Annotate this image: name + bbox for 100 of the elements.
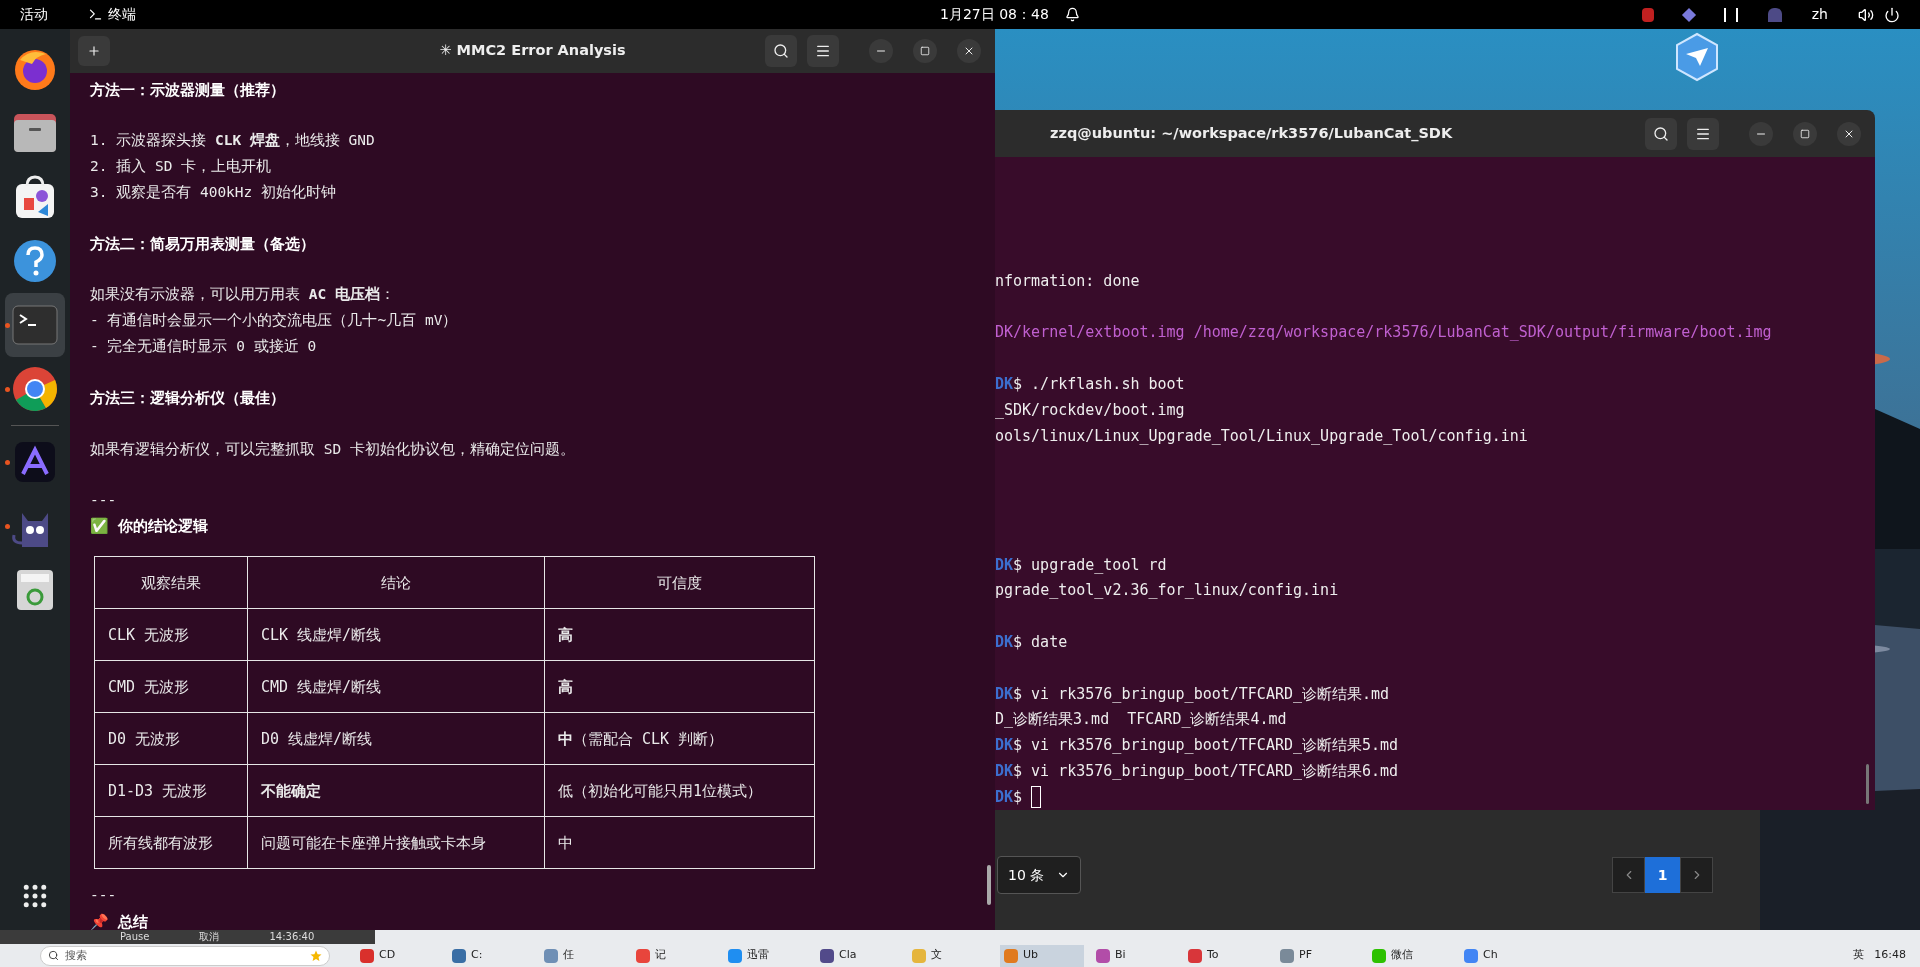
taskbar-button[interactable]: 记 [632, 944, 716, 967]
body-text: - 完全无通信时显示 0 或接近 0 [90, 336, 317, 356]
maximize-button[interactable] [913, 39, 937, 63]
search-button[interactable] [765, 35, 797, 67]
table-cell: 高 [544, 660, 815, 713]
menu-button[interactable] [1687, 117, 1719, 150]
tray-icon[interactable] [1723, 7, 1738, 22]
minimize-button[interactable] [869, 39, 893, 63]
clock-button[interactable]: 1月27日 08：48 [940, 4, 1049, 25]
terminal-output: nformation: done [995, 270, 1140, 292]
prompt-path: DK [995, 683, 1014, 705]
taskbar-button[interactable]: Ch [1460, 944, 1544, 967]
taskbar-button[interactable]: 微信 [1368, 944, 1452, 967]
plus-icon [87, 44, 101, 58]
taskbar-button[interactable]: Cla [816, 944, 900, 967]
table-cell: CMD 线虚焊/断线 [247, 660, 545, 713]
body-text: 如果有逻辑分析仪，可以完整抓取 SD 卡初始化协议包，精确定位问题。 [90, 439, 575, 459]
heading-text: ✅ 你的结论逻辑 [90, 516, 209, 538]
volume-icon[interactable] [1858, 6, 1874, 23]
chrome-icon [11, 365, 59, 413]
terminal-output: D_诊断结果3.md TFCARD_诊断结果4.md [995, 709, 1287, 731]
body-text: --- [90, 490, 117, 510]
terminal-icon [88, 7, 103, 22]
table-cell: 不能确定 [247, 764, 545, 817]
command-text: upgrade_tool rd [1031, 554, 1167, 576]
app-menu[interactable]: 终端 [88, 4, 136, 25]
terminal-output: DK/kernel/extboot.img /home/zzq/workspace/rk3576/LubanCat_SDK/output/firmware/boot.img [995, 322, 1772, 344]
letter-a-app-icon [15, 442, 55, 482]
terminal-output: _SDK/rockdev/boot.img [995, 399, 1185, 421]
table-cell: CMD 无波形 [94, 660, 248, 713]
command-text: vi rk3576_bringup_boot/TFCARD_诊断结果5.md [1031, 735, 1399, 757]
prompt-sign: $ [1013, 735, 1023, 757]
prompt-path: DK [995, 786, 1014, 808]
prompt-sign: $ [1013, 760, 1023, 782]
taskbar-clock[interactable]: 16:48 [1874, 947, 1906, 964]
taskbar-button[interactable]: To [1184, 944, 1268, 967]
prompt-path: DK [995, 554, 1014, 576]
body-text: 3. 观察是否有 400kHz 初始化时钟 [90, 182, 337, 202]
taskbar-button[interactable]: PF [1276, 944, 1360, 967]
table-cell: 低（初始化可能只用1位模式） [544, 764, 815, 817]
status-text: Pause [120, 932, 150, 942]
table-cell: 中（需配合 CLK 判断） [544, 712, 815, 765]
terminal-icon [12, 305, 58, 345]
search-button[interactable] [1645, 117, 1677, 150]
search-icon [1653, 125, 1669, 142]
close-icon [963, 45, 975, 57]
heading-text: 方法三：逻辑分析仪（最佳） [90, 387, 285, 409]
prompt-path: DK [995, 374, 1014, 395]
page-button[interactable]: 1 [1645, 857, 1680, 893]
prompt-path: DK [995, 632, 1014, 653]
status-text: 取消 [199, 932, 220, 942]
taskbar-button[interactable]: Bi [1092, 944, 1176, 967]
taskbar-button[interactable]: C: [448, 944, 532, 967]
search-field[interactable]: 搜索 [40, 945, 330, 966]
power-icon[interactable] [1884, 6, 1900, 23]
new-tab-button[interactable] [78, 36, 110, 66]
terminal-output: pgrade_tool_v2.36_for_linux/config.ini [995, 580, 1339, 602]
minimize-button[interactable] [1749, 121, 1773, 146]
ime-indicator[interactable]: 英 [1853, 947, 1865, 964]
page-size-dropdown[interactable]: 10 条 [997, 856, 1082, 894]
taskbar-button[interactable]: 迅雷 [724, 944, 808, 967]
star-icon [310, 949, 322, 962]
prompt-sign: $ [1013, 683, 1023, 705]
bell-icon[interactable] [1064, 7, 1080, 22]
taskbar-button[interactable]: 任 [540, 944, 624, 967]
maximize-button[interactable] [1793, 121, 1817, 146]
folder-icon [12, 112, 58, 154]
table-cell: D1-D3 无波形 [94, 764, 248, 817]
prompt-path: DK [995, 735, 1014, 757]
taskbar-button[interactable]: CD [356, 944, 440, 967]
scrollbar[interactable] [1866, 764, 1869, 804]
heading-text: 方法二：简易万用表测量（备选） [90, 233, 315, 255]
terminal-output: ools/linux/Linux_Upgrade_Tool/Linux_Upgrade_Tool/config.ini [995, 425, 1528, 447]
taskbar-button[interactable]: 文 [908, 944, 992, 967]
menu-button[interactable] [807, 35, 839, 67]
prompt-sign: $ [1013, 554, 1023, 576]
status-text: 14:36:40 [269, 932, 315, 942]
menu-icon [815, 43, 831, 59]
column-header: 可信度 [544, 556, 815, 609]
table-cell: 所有线都有波形 [94, 816, 248, 869]
heading-text: 方法一：示波器测量（推荐） [90, 79, 285, 101]
table-cell: 高 [544, 608, 815, 661]
close-button[interactable] [957, 39, 981, 63]
scrollbar[interactable] [987, 865, 991, 905]
table-cell: D0 线虚焊/断线 [247, 712, 545, 765]
body-text: --- [90, 886, 117, 906]
column-header: 结论 [247, 556, 545, 609]
window-title: ✳ MMC2 Error Analysis [439, 41, 626, 61]
language-button[interactable]: zh [1811, 4, 1828, 25]
body-text: 2. 插入 SD 卡，上电开机 [90, 157, 272, 177]
heading-text: 📌 总结 [90, 911, 149, 930]
taskbar-button[interactable]: Ub [1000, 944, 1084, 967]
prompt-sign: $ [1013, 374, 1023, 395]
search-icon [48, 950, 59, 961]
help-icon [12, 238, 58, 284]
command-text: vi rk3576_bringup_boot/TFCARD_诊断结果6.md [1031, 760, 1399, 782]
command-text: date [1031, 632, 1068, 653]
maximize-icon [1800, 128, 1810, 139]
command-text: ./rkflash.sh boot [1031, 374, 1185, 395]
activities-button[interactable]: 活动 [20, 4, 48, 25]
